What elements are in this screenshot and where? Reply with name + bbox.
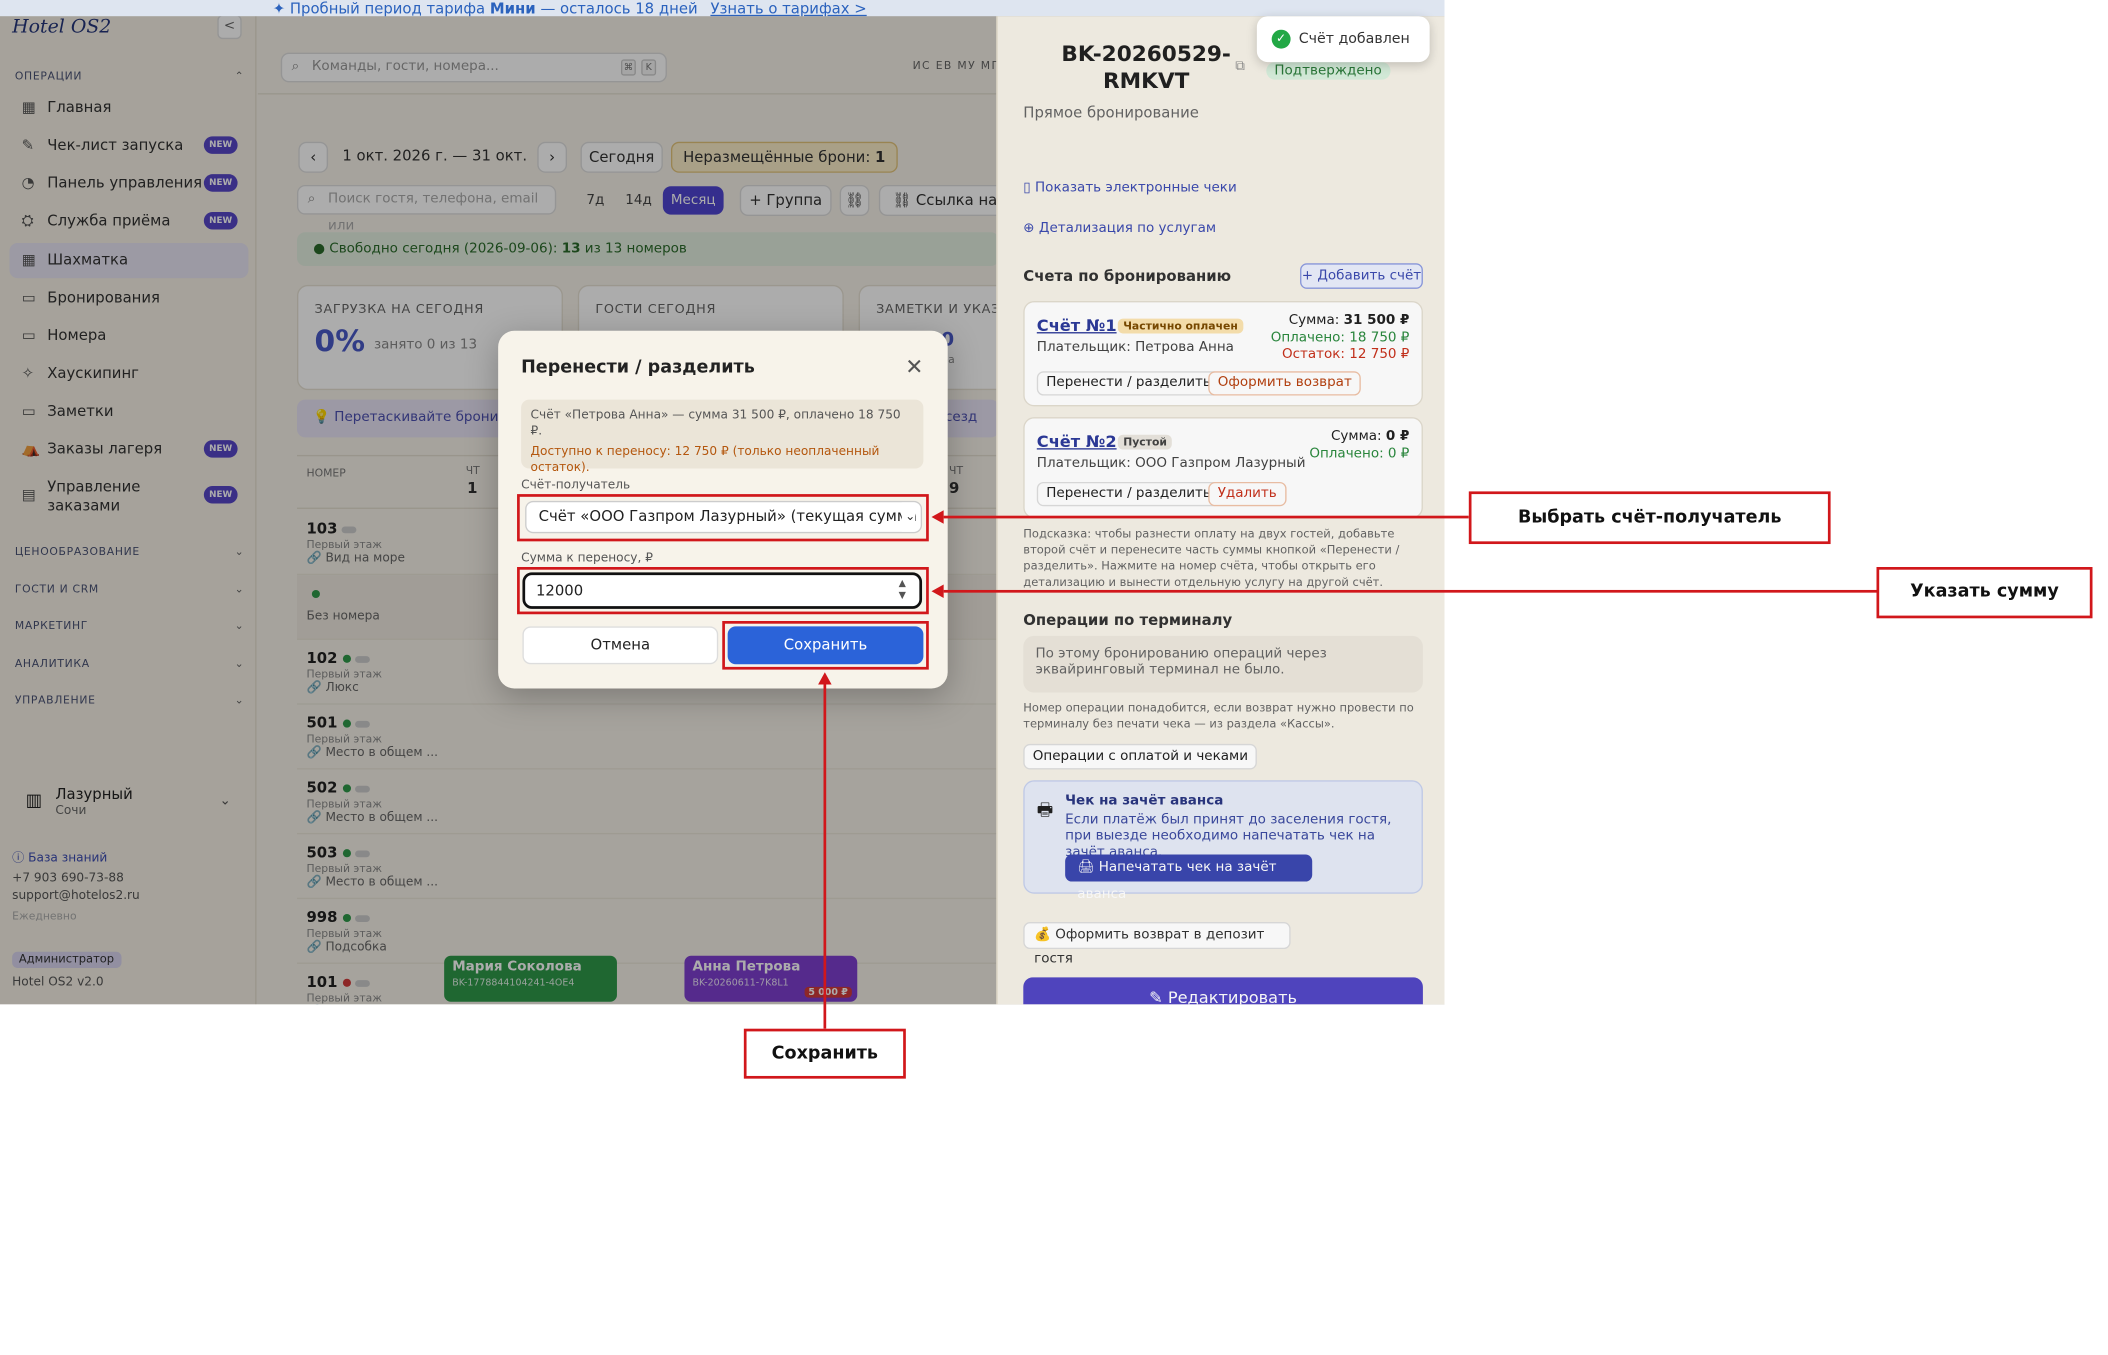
cancel-button[interactable]: Отмена bbox=[522, 626, 719, 665]
highlight-amount bbox=[517, 567, 929, 615]
highlight-recipient bbox=[517, 494, 929, 542]
callout-save: Сохранить bbox=[743, 1028, 906, 1079]
callout-recipient: Выбрать счёт-получатель bbox=[1468, 491, 1831, 545]
available-amount-text: Доступно к переносу: 12 750 ₽ (только не… bbox=[530, 445, 880, 476]
dialog-title: Перенести / разделить bbox=[521, 357, 755, 378]
toast-text: Счёт добавлен bbox=[1298, 31, 1410, 48]
invoice-info-box: Счёт «Петрова Анна» — сумма 31 500 ₽, оп… bbox=[521, 399, 924, 475]
arrow-head-icon bbox=[818, 672, 832, 685]
toast-notification: ✓ Счёт добавлен bbox=[1256, 16, 1430, 63]
arrow-line-recipient bbox=[943, 515, 1469, 519]
close-icon[interactable]: ✕ bbox=[905, 356, 923, 378]
arrow-line-amount bbox=[943, 589, 1878, 593]
arrow-head-icon bbox=[931, 584, 944, 599]
stage: Hotel OS2 < ОПЕРАЦИИ ⌃ ▦ Главная ✎ Чек-лист … bbox=[0, 0, 2093, 1355]
highlight-save bbox=[722, 621, 929, 670]
arrow-head-icon bbox=[931, 510, 944, 524]
recipient-label: Счёт-получатель bbox=[521, 479, 631, 493]
callout-amount: Указать сумму bbox=[1876, 567, 2093, 619]
arrow-line-save bbox=[823, 683, 827, 1029]
amount-label: Сумма к переносу, ₽ bbox=[521, 552, 653, 566]
check-circle-icon: ✓ bbox=[1271, 29, 1291, 49]
invoice-info-text: Счёт «Петрова Анна» — сумма 31 500 ₽, оп… bbox=[530, 409, 901, 439]
